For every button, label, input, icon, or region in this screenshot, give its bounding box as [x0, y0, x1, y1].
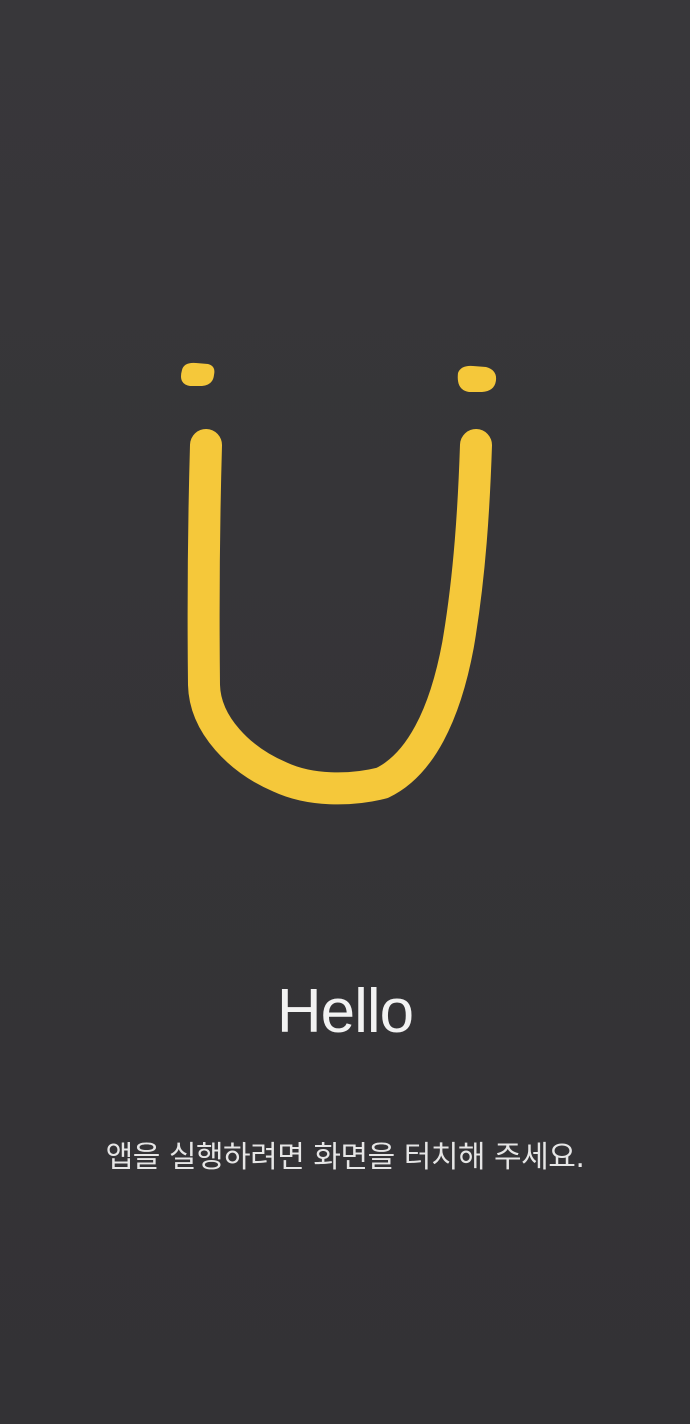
yellow-smile-u-icon — [160, 345, 520, 835]
touch-instruction-text: 앱을 실행하려면 화면을 터치해 주세요. — [105, 1140, 585, 1175]
greeting-title: Hello — [276, 977, 414, 1046]
splash-screen[interactable]: Hello 앱을 실행하려면 화면을 터치해 주세요. — [0, 0, 690, 1424]
